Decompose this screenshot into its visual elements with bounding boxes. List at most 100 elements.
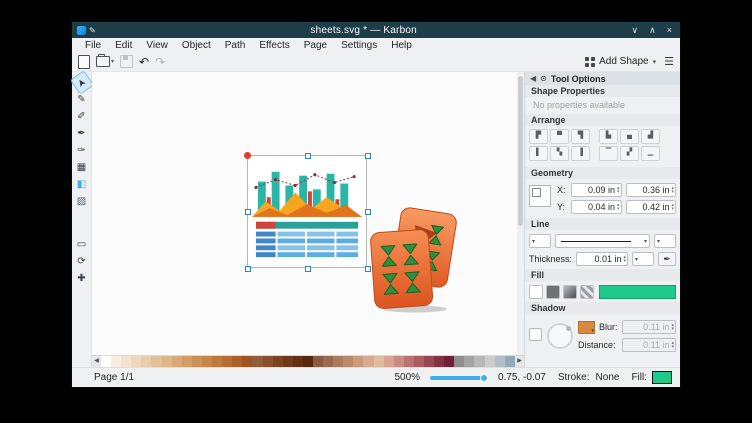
select-tool[interactable]: ➤ — [71, 72, 92, 94]
zoom-tool[interactable]: ⟳ — [74, 254, 90, 269]
palette-swatch[interactable] — [293, 356, 303, 367]
palette-scroll-right-icon[interactable]: ▶ — [515, 356, 524, 367]
line-style-combo[interactable] — [555, 234, 650, 248]
palette-swatch[interactable] — [414, 356, 424, 367]
palette-swatch[interactable] — [283, 356, 293, 367]
palette-swatch[interactable] — [151, 356, 161, 367]
undo-button[interactable]: ↶ — [139, 54, 149, 70]
palette-swatch[interactable] — [434, 356, 444, 367]
palette-swatch[interactable] — [182, 356, 192, 367]
close-button[interactable]: × — [667, 25, 672, 36]
selection-handle-w[interactable] — [245, 209, 251, 215]
height-input[interactable]: 0.42 in — [626, 200, 677, 214]
palette-swatch[interactable] — [212, 356, 222, 367]
toolbar-overflow-menu-button[interactable]: ☰ — [664, 55, 674, 68]
arrange-button[interactable]: ▛ — [529, 129, 548, 144]
zoom-slider[interactable] — [430, 376, 486, 380]
canvas-vertical-scrollbar[interactable] — [517, 72, 524, 355]
palette-swatch[interactable] — [111, 356, 121, 367]
palette-swatch[interactable] — [192, 356, 202, 367]
palette-swatch[interactable] — [394, 356, 404, 367]
palette-swatch[interactable] — [101, 356, 111, 367]
fill-color-bar[interactable] — [599, 285, 676, 299]
open-recent-chevron-icon[interactable]: ▾ — [111, 58, 114, 65]
gradient-tool[interactable]: ◧ — [74, 177, 90, 192]
arrange-button[interactable]: ▁ — [641, 146, 660, 161]
zoom-slider-handle[interactable] — [480, 374, 488, 382]
open-document-button[interactable]: ▾ — [96, 54, 114, 70]
line-cap-combo[interactable] — [529, 234, 551, 248]
arrange-button[interactable]: ▙ — [599, 129, 618, 144]
redo-button[interactable]: ↷ — [155, 54, 165, 70]
minimize-button[interactable]: ∨ — [632, 25, 639, 36]
maximize-button[interactable]: ∧ — [649, 25, 656, 36]
statusbar-fill-swatch[interactable] — [652, 371, 672, 384]
pin-panel-icon[interactable]: ⊙ — [540, 74, 547, 83]
spin-arrows-icon[interactable] — [671, 186, 674, 194]
line-unit-combo[interactable] — [632, 252, 654, 266]
selection-handle-s[interactable] — [305, 266, 311, 272]
palette-swatch[interactable] — [131, 356, 141, 367]
selection-handle-ne[interactable] — [365, 153, 371, 159]
palette-swatch[interactable] — [374, 356, 384, 367]
menu-item-page[interactable]: Page — [297, 40, 334, 51]
line-join-combo[interactable] — [654, 234, 676, 248]
palette-swatch[interactable] — [121, 356, 131, 367]
pen-tool[interactable]: ✒ — [74, 126, 90, 141]
palette-swatch[interactable] — [252, 356, 262, 367]
fill-gradient-button[interactable] — [563, 285, 577, 299]
add-shape-button[interactable]: Add Shape ▾ — [585, 56, 656, 67]
palette-swatch[interactable] — [303, 356, 313, 367]
palette-swatch[interactable] — [242, 356, 252, 367]
calligraphy-tool[interactable]: ✑ — [74, 143, 90, 158]
zoom-level-text[interactable]: 500% — [394, 372, 420, 383]
menu-item-view[interactable]: View — [139, 40, 175, 51]
selected-chart-image-object[interactable] — [247, 155, 367, 268]
menu-item-edit[interactable]: Edit — [108, 40, 139, 51]
stroke-settings-button[interactable]: ✒ — [658, 252, 676, 266]
palette-scroll-left-icon[interactable]: ◀ — [92, 356, 101, 367]
palette-swatch[interactable] — [141, 356, 151, 367]
menu-item-object[interactable]: Object — [175, 40, 218, 51]
canvas[interactable] — [92, 72, 524, 355]
arrange-button[interactable]: ▀ — [550, 129, 569, 144]
shadow-angle-knob[interactable] — [566, 326, 571, 331]
sheets-icon-object[interactable] — [365, 205, 460, 313]
palette-swatch[interactable] — [172, 356, 182, 367]
position-anchor-widget[interactable] — [529, 185, 551, 207]
palette-swatch[interactable] — [333, 356, 343, 367]
save-button[interactable] — [120, 54, 133, 70]
spin-arrows-icon[interactable] — [671, 203, 674, 211]
palette-swatch[interactable] — [162, 356, 172, 367]
new-document-button[interactable] — [78, 54, 90, 70]
arrange-button[interactable]: ▜ — [571, 129, 590, 144]
palette-swatch[interactable] — [464, 356, 474, 367]
fill-solid-button[interactable] — [546, 285, 560, 299]
grid-tool[interactable]: ▦ — [74, 160, 90, 175]
palette-swatch[interactable] — [343, 356, 353, 367]
thickness-input[interactable]: 0.01 in — [576, 252, 628, 266]
palette-swatch[interactable] — [384, 356, 394, 367]
arrange-button[interactable]: ▟ — [641, 129, 660, 144]
palette-swatch[interactable] — [454, 356, 464, 367]
shadow-distance-input[interactable]: 0.11 in — [622, 338, 676, 352]
palette-swatch[interactable] — [222, 356, 232, 367]
fill-pattern-button[interactable] — [580, 285, 594, 299]
arrange-button[interactable]: ▞ — [620, 146, 639, 161]
palette-swatch[interactable] — [404, 356, 414, 367]
palette-swatch[interactable] — [495, 356, 505, 367]
freehand-path-tool[interactable]: ✎ — [74, 92, 90, 107]
shape-tool[interactable]: ▭ — [74, 237, 90, 252]
menu-item-settings[interactable]: Settings — [334, 40, 384, 51]
palette-swatch[interactable] — [353, 356, 363, 367]
palette-swatch[interactable] — [474, 356, 484, 367]
palette-swatch[interactable] — [273, 356, 283, 367]
palette-swatch[interactable] — [363, 356, 373, 367]
palette-swatch[interactable] — [505, 356, 515, 367]
palette-swatch[interactable] — [232, 356, 242, 367]
shadow-angle-dial[interactable] — [547, 323, 573, 349]
fill-none-button[interactable] — [529, 285, 543, 299]
palette-swatch[interactable] — [444, 356, 454, 367]
collapse-panel-icon[interactable]: ◀ — [530, 74, 536, 83]
selection-handle-sw[interactable] — [245, 266, 251, 272]
